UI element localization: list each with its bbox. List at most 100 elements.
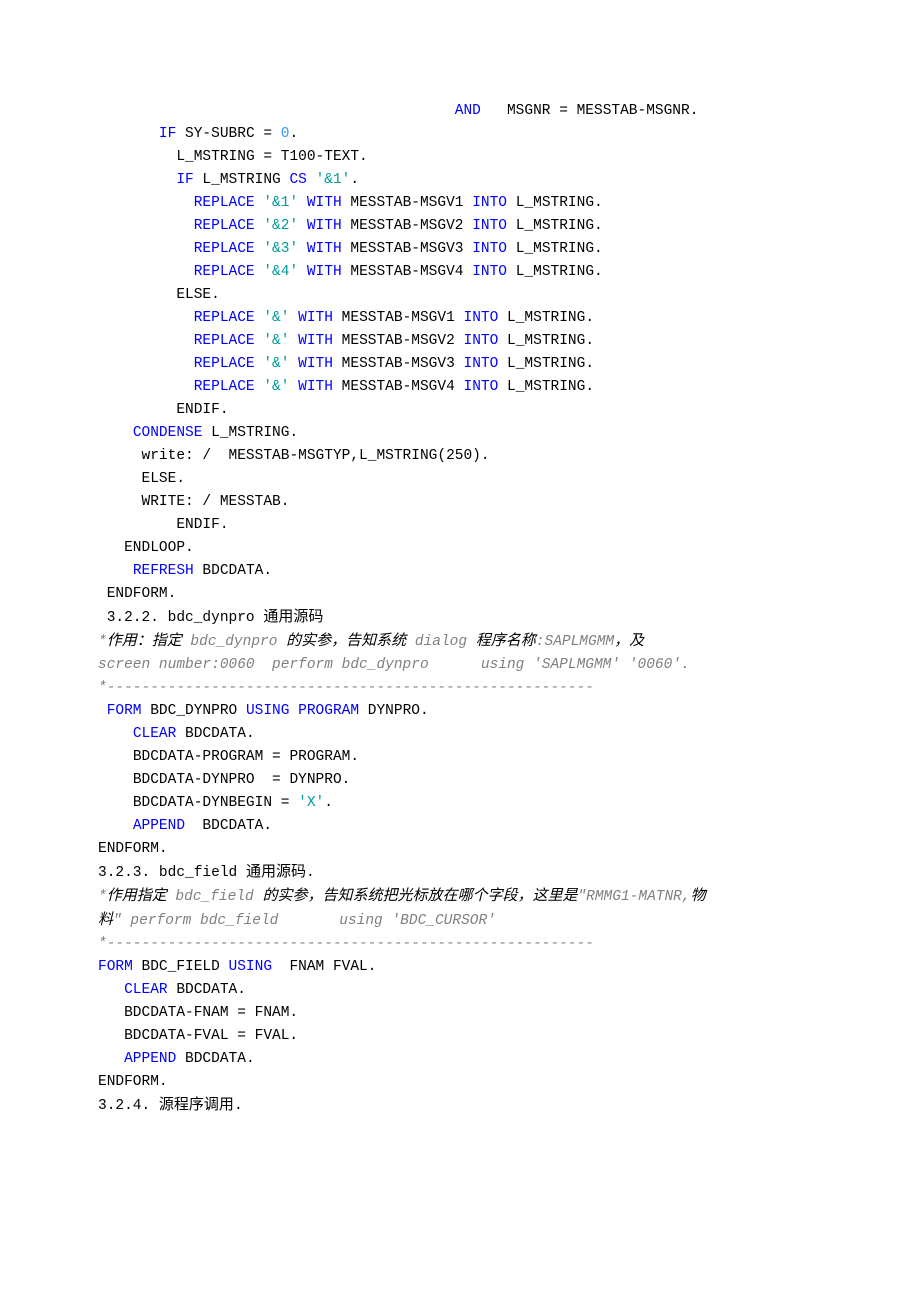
code-line: FORM BDC_FIELD USING FNAM FVAL. bbox=[98, 956, 822, 979]
comment: screen number:0060 perform bdc_dynpro us… bbox=[98, 657, 690, 673]
string-literal: '&1' bbox=[263, 195, 298, 211]
code-text: BDCDATA-DYNPRO = DYNPRO. bbox=[133, 772, 351, 788]
code-text: L_MSTRING. bbox=[498, 379, 594, 395]
code-text bbox=[307, 172, 316, 188]
code-text: L_MSTRING = T100-TEXT. bbox=[176, 149, 367, 165]
code-line: REPLACE '&' WITH MESSTAB-MSGV2 INTO L_MS… bbox=[98, 330, 822, 353]
code-line: IF SY-SUBRC = 0. bbox=[98, 123, 822, 146]
code-text: . bbox=[234, 1098, 243, 1114]
code-text: . bbox=[324, 795, 333, 811]
code-line: BDCDATA-DYNBEGIN = 'X'. bbox=[98, 792, 822, 815]
code-text: MESSTAB-MSGV4 bbox=[342, 264, 473, 280]
code-line: ELSE. bbox=[98, 284, 822, 307]
comment: * bbox=[98, 889, 107, 905]
code-document: AND MSGNR = MESSTAB-MSGNR. IF SY-SUBRC =… bbox=[98, 100, 822, 1118]
code-text: ENDFORM. bbox=[107, 586, 177, 602]
keyword: REPLACE bbox=[194, 310, 255, 326]
code-line: REPLACE '&2' WITH MESSTAB-MSGV2 INTO L_M… bbox=[98, 215, 822, 238]
code-line: 3.2.2. bdc_dynpro 通用源码 bbox=[98, 606, 822, 630]
keyword: APPEND bbox=[124, 1051, 176, 1067]
code-text: BDC_FIELD bbox=[133, 959, 229, 975]
code-text: ENDFORM. bbox=[98, 841, 168, 857]
code-line: CLEAR BDCDATA. bbox=[98, 723, 822, 746]
code-line: 料" perform bdc_field using 'BDC_CURSOR' bbox=[98, 909, 822, 933]
code-text: L_MSTRING. bbox=[498, 356, 594, 372]
comment: :SAPLMGMM bbox=[536, 634, 614, 650]
code-line: ENDIF. bbox=[98, 514, 822, 537]
code-line: *作用指定 bdc_field 的实参，告知系统把光标放在哪个字段，这里是"RM… bbox=[98, 885, 822, 909]
keyword: CLEAR bbox=[124, 982, 168, 998]
code-text: ENDIF. bbox=[176, 517, 228, 533]
cjk-text: 通用源码 bbox=[263, 609, 323, 625]
code-text: L_MSTRING bbox=[194, 172, 290, 188]
code-text bbox=[298, 218, 307, 234]
code-text: MSGNR = MESSTAB-MSGNR. bbox=[481, 103, 699, 119]
code-line: ENDFORM. bbox=[98, 838, 822, 861]
keyword: INTO bbox=[464, 379, 499, 395]
code-text bbox=[289, 703, 298, 719]
code-line: BDCDATA-PROGRAM = PROGRAM. bbox=[98, 746, 822, 769]
comment: dialog bbox=[406, 634, 476, 650]
keyword: FORM bbox=[98, 959, 133, 975]
keyword: CLEAR bbox=[133, 726, 177, 742]
code-text: BDCDATA. bbox=[194, 563, 272, 579]
comment: "RMMG1-MATNR, bbox=[577, 889, 690, 905]
keyword: REPLACE bbox=[194, 264, 255, 280]
code-text: BDCDATA-FNAM = FNAM. bbox=[124, 1005, 298, 1021]
code-line: ENDFORM. bbox=[98, 583, 822, 606]
keyword: REPLACE bbox=[194, 218, 255, 234]
code-text: ELSE. bbox=[176, 287, 220, 303]
keyword: WITH bbox=[298, 356, 333, 372]
code-text bbox=[298, 241, 307, 257]
code-text: MESSTAB-MSGV1 bbox=[333, 310, 464, 326]
code-text: BDCDATA. bbox=[176, 1051, 254, 1067]
code-text bbox=[289, 333, 298, 349]
code-text: MESSTAB-MSGV1 bbox=[342, 195, 473, 211]
code-text: MESSTAB-MSGV2 bbox=[342, 218, 473, 234]
code-line: FORM BDC_DYNPRO USING PROGRAM DYNPRO. bbox=[98, 700, 822, 723]
keyword: REPLACE bbox=[194, 356, 255, 372]
cjk-text: 通用源码 bbox=[246, 864, 306, 880]
code-text: BDCDATA-FVAL = FVAL. bbox=[124, 1028, 298, 1044]
code-text: ENDLOOP. bbox=[124, 540, 194, 556]
code-line: WRITE: / MESSTAB. bbox=[98, 491, 822, 514]
code-text: BDC_DYNPRO bbox=[142, 703, 246, 719]
comment: 料 bbox=[98, 912, 113, 928]
code-line: REPLACE '&4' WITH MESSTAB-MSGV4 INTO L_M… bbox=[98, 261, 822, 284]
keyword: INTO bbox=[472, 195, 507, 211]
keyword: WITH bbox=[307, 264, 342, 280]
string-literal: '&4' bbox=[263, 264, 298, 280]
code-text: L_MSTRING. bbox=[507, 241, 603, 257]
comment: 的实参，告知系统把光标放在哪个字段，这里是 bbox=[262, 888, 577, 904]
string-literal: '&' bbox=[263, 310, 289, 326]
code-line: BDCDATA-FNAM = FNAM. bbox=[98, 1002, 822, 1025]
comment: bdc_field bbox=[167, 889, 263, 905]
keyword: WITH bbox=[298, 310, 333, 326]
string-literal: '&1' bbox=[316, 172, 351, 188]
comment: 作用：指定 bbox=[107, 633, 182, 649]
code-text: MESSTAB-MSGV4 bbox=[333, 379, 464, 395]
code-line: REPLACE '&3' WITH MESSTAB-MSGV3 INTO L_M… bbox=[98, 238, 822, 261]
code-line: APPEND BDCDATA. bbox=[98, 815, 822, 838]
code-line: AND MSGNR = MESSTAB-MSGNR. bbox=[98, 100, 822, 123]
code-line: CLEAR BDCDATA. bbox=[98, 979, 822, 1002]
code-text: 3.2.4. bbox=[98, 1098, 159, 1114]
code-text bbox=[289, 310, 298, 326]
code-text: L_MSTRING. bbox=[202, 425, 298, 441]
code-line: *---------------------------------------… bbox=[98, 677, 822, 700]
code-text: L_MSTRING. bbox=[507, 264, 603, 280]
code-line: 3.2.3. bdc_field 通用源码. bbox=[98, 861, 822, 885]
comment: 的实参，告知系统 bbox=[286, 633, 406, 649]
keyword: PROGRAM bbox=[298, 703, 359, 719]
comment: bdc_dynpro bbox=[182, 634, 286, 650]
keyword: USING bbox=[246, 703, 290, 719]
code-line: IF L_MSTRING CS '&1'. bbox=[98, 169, 822, 192]
keyword: AND bbox=[455, 103, 481, 119]
code-text bbox=[298, 195, 307, 211]
string-literal: 'X' bbox=[298, 795, 324, 811]
code-line: REPLACE '&' WITH MESSTAB-MSGV1 INTO L_MS… bbox=[98, 307, 822, 330]
code-line: REPLACE '&' WITH MESSTAB-MSGV3 INTO L_MS… bbox=[98, 353, 822, 376]
string-literal: '&' bbox=[263, 379, 289, 395]
code-line: *作用：指定 bdc_dynpro 的实参，告知系统 dialog 程序名称:S… bbox=[98, 630, 822, 654]
code-text: L_MSTRING. bbox=[507, 218, 603, 234]
